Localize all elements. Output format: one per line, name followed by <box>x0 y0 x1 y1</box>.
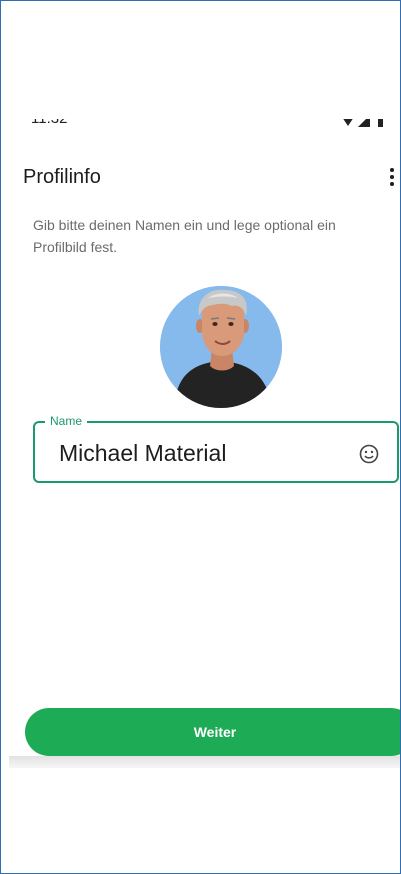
more-options-button[interactable] <box>386 163 398 191</box>
bottom-divider <box>9 756 400 768</box>
profile-photo-button[interactable] <box>160 286 282 408</box>
name-field[interactable]: Name Michael Material <box>33 414 399 483</box>
name-input[interactable]: Michael Material <box>59 439 226 467</box>
status-time: 11:32 <box>31 110 68 127</box>
page-title: Profilinfo <box>23 166 101 188</box>
wifi-signal-battery-icon <box>343 119 383 127</box>
status-icons <box>340 119 384 129</box>
status-bar: 11:32 <box>1 109 400 129</box>
more-vert-icon <box>390 168 394 172</box>
name-field-label: Name <box>45 414 88 428</box>
emoji-smile-icon[interactable] <box>358 443 380 465</box>
phone-screen: 11:32 Profilinfo Gib bitte deinen Namen … <box>0 0 401 874</box>
avatar <box>160 286 282 408</box>
instructions-text: Gib bitte deinen Namen ein und lege opti… <box>33 217 336 255</box>
continue-button[interactable]: Weiter <box>25 708 400 756</box>
